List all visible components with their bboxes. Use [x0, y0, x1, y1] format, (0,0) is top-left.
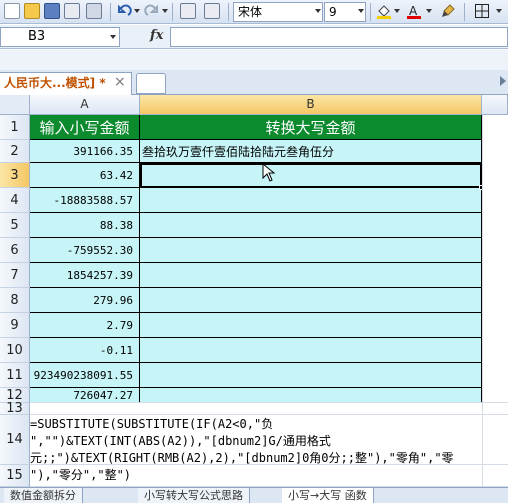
row-header[interactable]: 3: [0, 163, 30, 188]
row-header[interactable]: 14: [0, 415, 30, 465]
converted-cell[interactable]: [140, 338, 482, 363]
ribbon-spacer: [0, 50, 508, 70]
undo-icon[interactable]: [116, 3, 132, 19]
amount-cell[interactable]: 63.42: [30, 163, 140, 188]
toolbar-separator: [228, 3, 229, 21]
name-box-dropdown-icon[interactable]: [110, 35, 116, 39]
font-size-dropdown-icon[interactable]: [358, 9, 364, 13]
converted-cell[interactable]: [140, 388, 482, 403]
formula-bar: B3 fx: [0, 25, 508, 49]
converted-cell[interactable]: 叁拾玖万壹仟壹佰陆拾陆元叁角伍分: [140, 140, 482, 163]
mouse-cursor-icon: [262, 162, 276, 186]
converted-cell[interactable]: [140, 263, 482, 288]
tab-scroll-right-icon[interactable]: [500, 76, 506, 86]
row-header[interactable]: 11: [0, 363, 30, 388]
row-header[interactable]: 4: [0, 188, 30, 213]
row-header[interactable]: 6: [0, 238, 30, 263]
sheet-tab-bar: 数值金额拆分 小写转大写公式思路 小写→大写 函数: [0, 487, 508, 503]
amount-cell[interactable]: 923490238091.55: [30, 363, 140, 388]
print-icon[interactable]: [86, 3, 102, 19]
amount-cell[interactable]: 279.96: [30, 288, 140, 313]
svg-text:A: A: [409, 4, 418, 18]
amount-cell[interactable]: 2.79: [30, 313, 140, 338]
borders-icon[interactable]: [474, 3, 490, 19]
row-header[interactable]: 7: [0, 263, 30, 288]
amount-cell[interactable]: -759552.30: [30, 238, 140, 263]
row-header[interactable]: 1: [0, 115, 30, 140]
toolbar-separator: [172, 3, 173, 21]
close-tab-icon[interactable]: ×: [114, 75, 126, 89]
amount-cell[interactable]: 391166.35: [30, 140, 140, 163]
font-name-dropdown-icon[interactable]: [315, 9, 321, 13]
amount-cell[interactable]: -18883588.57: [30, 188, 140, 213]
toolbar-separator: [370, 3, 371, 21]
sheet-tab[interactable]: 小写→大写 函数: [282, 488, 374, 503]
fill-color-icon[interactable]: [376, 3, 392, 19]
font-color-icon[interactable]: A: [406, 3, 422, 19]
converted-cell[interactable]: [140, 213, 482, 238]
formula-input[interactable]: [170, 27, 508, 47]
spreadsheet-grid[interactable]: A B 1 2 3 4 5 6 7 8 9 10 11 12 13 14 15 输入小写金额 转换大写金额 391…: [0, 95, 508, 487]
format-brush-icon[interactable]: [440, 3, 456, 19]
row-header[interactable]: 9: [0, 313, 30, 338]
new-file-icon[interactable]: [4, 3, 20, 19]
font-color-dropdown-icon[interactable]: [426, 9, 432, 13]
redo-dropdown-icon[interactable]: [162, 9, 168, 13]
row-header[interactable]: 10: [0, 338, 30, 363]
document-tab-title: 人民币大...模式] *: [4, 76, 106, 90]
row-header[interactable]: 15: [0, 465, 30, 487]
save-icon[interactable]: [44, 3, 60, 19]
amount-cell[interactable]: -0.11: [30, 338, 140, 363]
open-folder-icon[interactable]: [24, 3, 40, 19]
gridline: [30, 402, 508, 403]
row-header[interactable]: 5: [0, 213, 30, 238]
insert-function-icon[interactable]: fx: [150, 28, 163, 43]
formula-text-cell[interactable]: =SUBSTITUTE(SUBSTITUTE(IF(A2<0,"负 ","")&…: [30, 416, 490, 484]
new-tab-button[interactable]: [136, 73, 166, 94]
column-header-c[interactable]: [482, 95, 508, 115]
name-box[interactable]: B3: [0, 27, 120, 47]
toolbar-separator: [110, 3, 111, 21]
row-header[interactable]: 13: [0, 401, 30, 416]
document-tab-bar: 人民币大...模式] * ×: [0, 70, 508, 95]
copy-icon[interactable]: [180, 3, 196, 19]
column-header-a[interactable]: A: [30, 95, 140, 115]
standard-toolbar: 宋体 9 A: [0, 0, 508, 24]
header-cell-b[interactable]: 转换大写金额: [140, 115, 482, 140]
converted-cell[interactable]: [140, 238, 482, 263]
gridline: [30, 414, 508, 415]
row-header[interactable]: 2: [0, 140, 30, 163]
header-cell-a[interactable]: 输入小写金额: [30, 115, 140, 140]
amount-cell[interactable]: 726047.27: [30, 388, 140, 403]
print-preview-icon[interactable]: [64, 3, 80, 19]
fill-color-dropdown-icon[interactable]: [394, 9, 400, 13]
undo-dropdown-icon[interactable]: [134, 9, 140, 13]
converted-cell[interactable]: [140, 288, 482, 313]
converted-cell[interactable]: [140, 363, 482, 388]
find-icon[interactable]: [204, 3, 220, 19]
converted-cell[interactable]: [140, 188, 482, 213]
row-header[interactable]: 8: [0, 288, 30, 313]
sheet-tab[interactable]: 数值金额拆分: [4, 488, 83, 503]
toolbar-separator: [464, 3, 465, 21]
amount-cell[interactable]: 1854257.39: [30, 263, 140, 288]
select-all-corner[interactable]: [0, 95, 30, 115]
column-header-b[interactable]: B: [140, 95, 482, 115]
active-cell[interactable]: [140, 163, 482, 188]
sheet-tab[interactable]: 小写转大写公式思路: [138, 488, 250, 503]
borders-dropdown-icon[interactable]: [496, 9, 502, 13]
converted-cell[interactable]: [140, 313, 482, 338]
redo-icon[interactable]: [144, 3, 160, 19]
document-tab[interactable]: 人民币大...模式] *: [0, 72, 132, 95]
amount-cell[interactable]: 88.38: [30, 213, 140, 238]
font-name-select[interactable]: 宋体: [233, 2, 323, 22]
